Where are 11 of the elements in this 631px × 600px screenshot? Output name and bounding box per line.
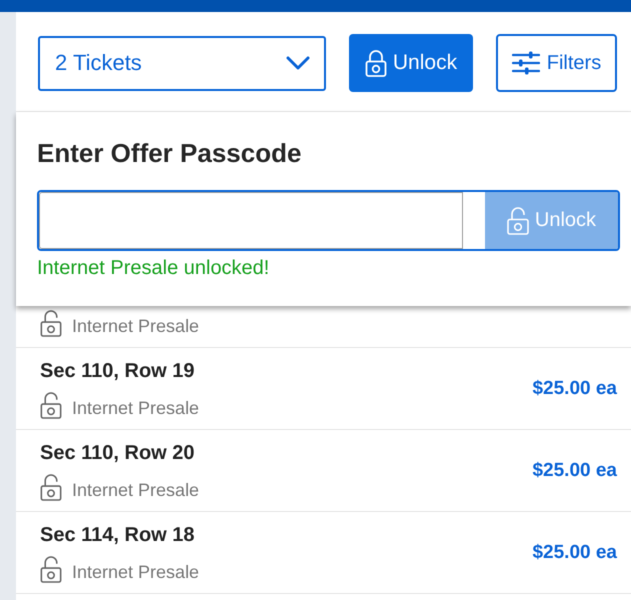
ticket-price: $25.00 ea (532, 378, 617, 400)
ticket-price: $25.00 ea (532, 460, 617, 482)
seat-location: Sec 110, Row 20 (40, 440, 196, 464)
popover-title: Enter Offer Passcode (37, 137, 302, 170)
offer-tag: Internet Presale (72, 560, 200, 582)
seat-location: Sec 110, Row 19 (40, 358, 196, 382)
seat-location: Sec 114, Row 18 (40, 522, 196, 546)
ticket-price: $25.00 ea (532, 542, 617, 564)
offer-tag: Internet Presale (72, 396, 200, 418)
offer-tag: Internet Presale (72, 478, 200, 500)
offer-tag: Internet Presale (72, 314, 200, 336)
